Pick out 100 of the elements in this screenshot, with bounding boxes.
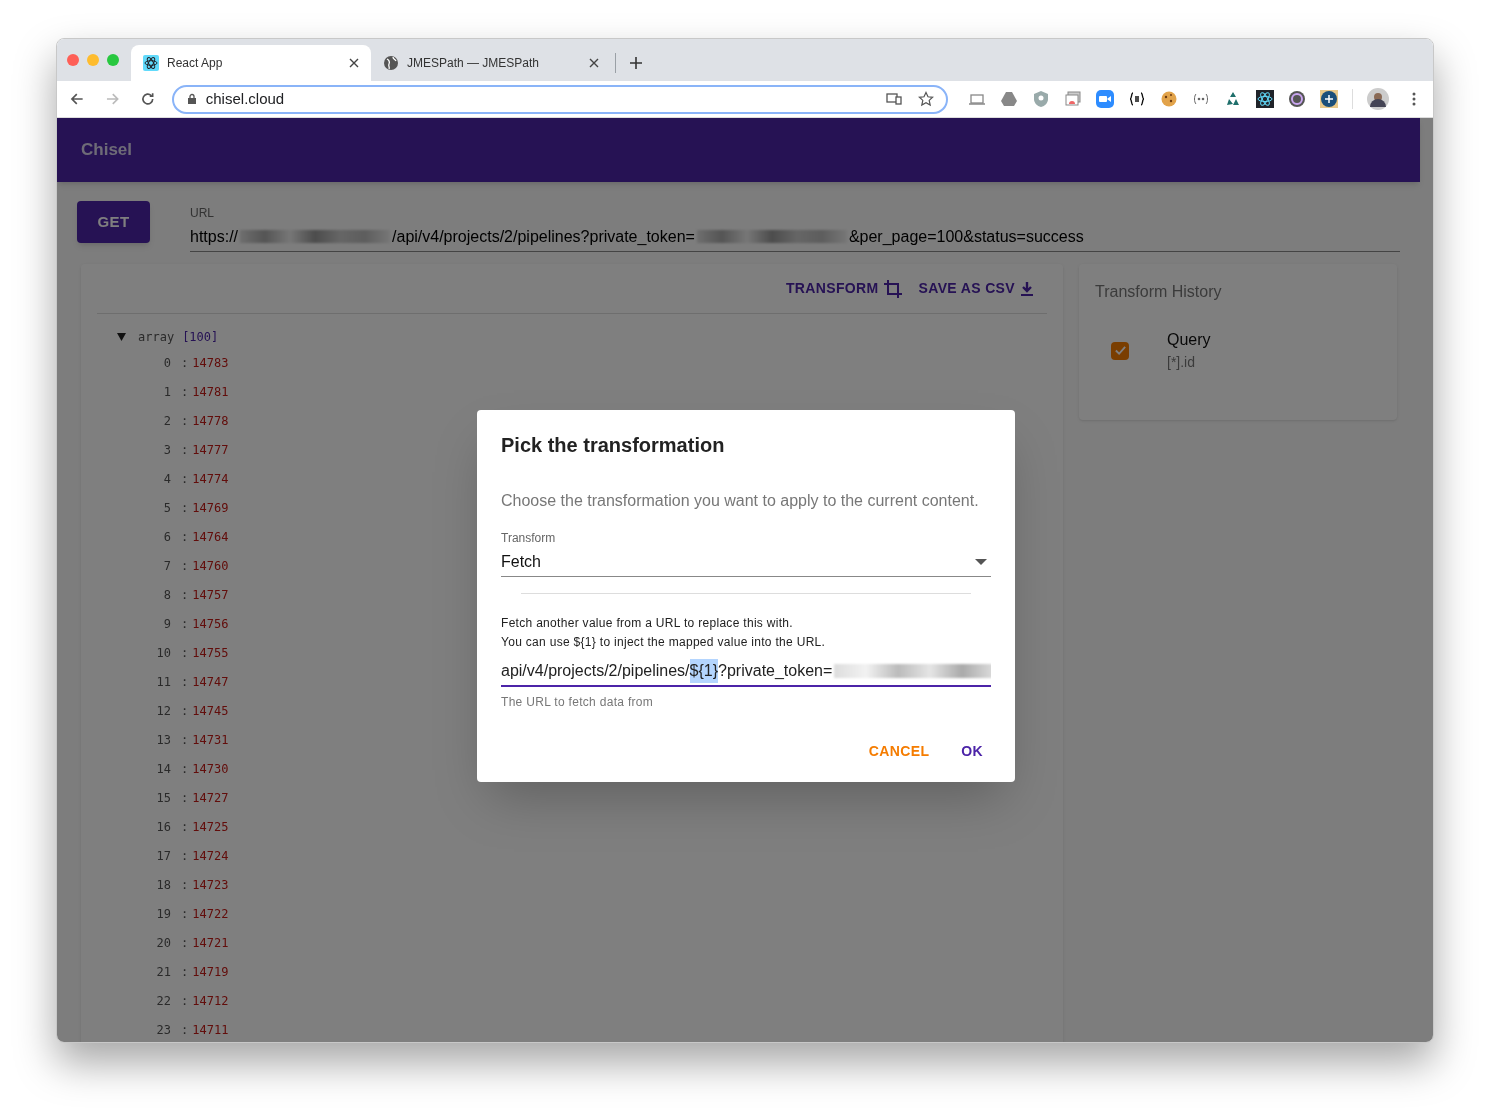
array-value: 14783	[192, 354, 229, 372]
url-helper-text: The URL to fetch data from	[501, 694, 655, 711]
array-value: 14760	[192, 557, 229, 575]
colon: :	[181, 789, 189, 807]
item-count: [100]	[182, 329, 219, 346]
array-index: 2	[162, 412, 171, 430]
browser-tab[interactable]: React App	[131, 45, 371, 81]
colon: :	[181, 644, 189, 662]
array-index: 3	[162, 441, 171, 459]
array-value: 14747	[192, 673, 229, 691]
array-index: 22	[155, 992, 171, 1010]
address-text: chisel.cloud	[205, 88, 286, 109]
app-title: Chisel	[81, 139, 133, 162]
history-title: Transform History	[1095, 282, 1223, 302]
check-icon	[1113, 344, 1127, 357]
array-index: 15	[155, 789, 171, 807]
close-icon[interactable]	[349, 58, 359, 68]
array-index: 11	[155, 673, 171, 691]
array-index: 1	[162, 383, 171, 401]
array-value: 14731	[192, 731, 229, 749]
array-index: 0	[162, 354, 171, 372]
cast-device-icon[interactable]	[886, 91, 902, 107]
array-value: 14781	[192, 383, 229, 401]
url-field[interactable]: https:// /api/v4/projects/2/pipelines?private_token= &per_page=100&status=success	[190, 222, 1400, 252]
array-index: 13	[155, 731, 171, 749]
colon: :	[181, 1021, 189, 1039]
array-value: 14745	[192, 702, 229, 720]
braces-icon[interactable]	[1128, 90, 1146, 108]
colon: :	[181, 528, 189, 546]
cookie-icon[interactable]	[1160, 90, 1178, 108]
action-button[interactable]: SAVE AS CSV	[918, 278, 1035, 299]
checkbox[interactable]	[1111, 341, 1129, 360]
lock-icon	[185, 93, 198, 105]
colon: :	[181, 963, 189, 981]
colon: :	[181, 818, 189, 836]
array-index: 16	[155, 818, 171, 836]
colon: :	[181, 673, 189, 691]
ok-button[interactable]: OK	[953, 737, 991, 766]
url-input-field[interactable]: api/v4/projects/2/pipelines/${1}?private_token=	[501, 656, 991, 687]
colon: :	[181, 557, 189, 575]
colon: :	[181, 615, 189, 633]
colon: :	[181, 412, 189, 430]
new-tab-icon[interactable]	[628, 55, 644, 71]
array-index: 20	[155, 934, 171, 952]
array-index: 5	[162, 499, 171, 517]
array-value: 14722	[192, 905, 229, 923]
colon: :	[181, 702, 189, 720]
windows-icon[interactable]	[1064, 90, 1082, 108]
tree-key: array	[138, 328, 175, 346]
colon: :	[181, 847, 189, 865]
array-value: 14711	[192, 1021, 229, 1039]
ring-icon[interactable]	[1288, 90, 1306, 108]
array-index: 9	[162, 615, 171, 633]
array-value: 14764	[192, 528, 229, 546]
array-value: 14755	[192, 644, 229, 662]
colon: :	[181, 470, 189, 488]
colon: :	[181, 992, 189, 1010]
array-value: 14723	[192, 876, 229, 894]
colon: :	[181, 934, 189, 952]
transform-select[interactable]: Fetch	[501, 547, 991, 577]
array-index: 6	[162, 528, 171, 546]
array-value: 14777	[192, 441, 229, 459]
array-value: 14724	[192, 847, 229, 865]
colon: :	[181, 499, 189, 517]
array-value: 14725	[192, 818, 229, 836]
action-button[interactable]: TRANSFORM	[785, 278, 903, 299]
array-value: 14721	[192, 934, 229, 952]
browser-tab[interactable]: JMESPath — JMESPath	[371, 45, 611, 81]
array-value: 14774	[192, 470, 229, 488]
atom-icon	[143, 55, 159, 71]
video-camera-icon[interactable]	[1096, 90, 1114, 108]
url-label: URL	[190, 205, 215, 222]
array-value: 14769	[192, 499, 229, 517]
array-value: 14712	[192, 992, 229, 1010]
colon: :	[181, 905, 189, 923]
array-index: 14	[155, 760, 171, 778]
array-value: 14730	[192, 760, 229, 778]
array-index: 12	[155, 702, 171, 720]
colon: :	[181, 441, 189, 459]
array-index: 8	[162, 586, 171, 604]
tree-toggle[interactable]: array	[117, 328, 175, 346]
reload-icon[interactable]	[140, 91, 156, 107]
colon: :	[181, 731, 189, 749]
history-item-title: Query	[1167, 330, 1211, 350]
address-bar[interactable]: chisel.cloud	[171, 84, 948, 114]
close-icon[interactable]	[589, 58, 599, 68]
star-icon[interactable]	[918, 91, 934, 107]
array-index: 17	[155, 847, 171, 865]
atom-icon[interactable]	[1256, 90, 1274, 108]
avatar-icon[interactable]	[1367, 88, 1389, 110]
colon: :	[181, 383, 189, 401]
download-icon	[1019, 280, 1035, 297]
array-value: 14756	[192, 615, 229, 633]
array-index: 7	[162, 557, 171, 575]
get-button[interactable]: GET	[77, 201, 150, 243]
array-index: 18	[155, 876, 171, 894]
array-value: 14757	[192, 586, 229, 604]
back-icon[interactable]	[69, 91, 85, 107]
colon: :	[181, 586, 189, 604]
colon: :	[181, 876, 189, 894]
